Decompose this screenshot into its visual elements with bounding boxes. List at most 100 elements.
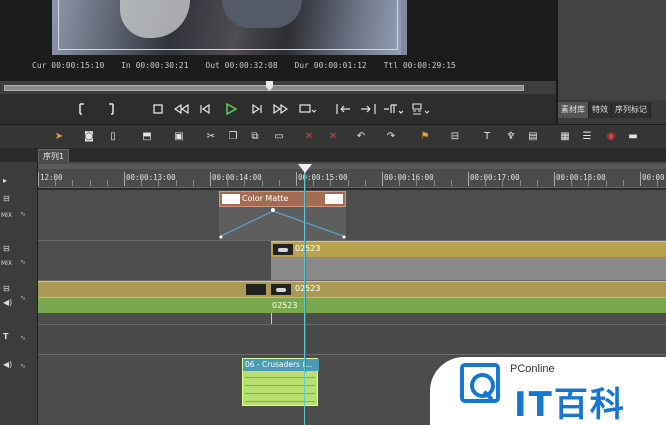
paste-icon[interactable]: ⧉	[248, 130, 262, 144]
tc-in: In 00:00:30:21	[121, 61, 189, 70]
video-track-icon[interactable]: ⊟	[3, 284, 10, 293]
clip-label: Color Matte	[242, 194, 289, 203]
prev-edit-icon[interactable]	[334, 102, 354, 116]
tab-sequence-markers[interactable]: 序列标记	[612, 102, 651, 118]
asset-panel: 素材库 特效 序列标记	[556, 0, 666, 124]
next-edit-icon[interactable]	[358, 102, 378, 116]
microphone-icon[interactable]: ♆	[504, 130, 518, 144]
tab-asset-library[interactable]: 素材库	[558, 102, 589, 118]
export-icon[interactable]: ▬	[626, 130, 640, 144]
grid-icon[interactable]: ▦	[558, 130, 572, 144]
scrub-track[interactable]	[4, 85, 524, 91]
collapse-icon[interactable]: ▸	[3, 176, 7, 185]
save-icon[interactable]: ▣	[172, 130, 186, 144]
export-frame-icon[interactable]	[410, 102, 432, 116]
title-icon[interactable]: T	[480, 130, 494, 144]
sequence-tab-bar: 序列1	[0, 148, 666, 162]
preview-edge	[401, 0, 407, 55]
redo-icon[interactable]: ↷	[384, 130, 398, 144]
clip-video-02523[interactable]: 02523	[271, 241, 666, 257]
set-out-point-icon[interactable]	[106, 102, 118, 116]
track-expand-icon[interactable]: ∿	[20, 334, 26, 342]
step-back-icon[interactable]	[198, 102, 212, 116]
ruler-minor-tick	[347, 180, 349, 186]
rewind-icon[interactable]	[172, 102, 190, 116]
track-expand-icon[interactable]: ∿	[20, 294, 26, 302]
mix-label: MIX	[1, 260, 13, 267]
track-expand-icon[interactable]: ∿	[20, 210, 26, 218]
playhead-line[interactable]	[304, 172, 305, 425]
watermark-brand: PConline	[510, 363, 555, 375]
mixer-icon[interactable]: ☰	[580, 130, 594, 144]
stop-icon[interactable]	[152, 102, 164, 116]
delete-gap-icon[interactable]: ✕	[302, 130, 316, 144]
video-track-icon[interactable]: ⊟	[3, 194, 10, 203]
fast-forward-icon[interactable]	[272, 102, 290, 116]
loop-play-icon[interactable]	[298, 102, 318, 116]
link-icon[interactable]: ▭	[272, 130, 286, 144]
transition-icon[interactable]: ⊟	[448, 130, 462, 144]
clip-thumbnail	[271, 284, 291, 295]
step-forward-icon[interactable]	[250, 102, 264, 116]
new-file-icon[interactable]: ▯	[106, 130, 120, 144]
clip-audio-02523[interactable]: 02523	[38, 297, 666, 313]
ruler-minor-tick	[502, 180, 504, 186]
ruler-minor-tick	[313, 180, 315, 186]
ruler-minor-tick	[485, 180, 487, 186]
tc-dur: Dur 00:00:01:12	[294, 61, 367, 70]
ruler-tick-label: 00:00:16:00	[384, 173, 434, 182]
tab-effects[interactable]: 特效	[589, 102, 612, 118]
track-expand-icon[interactable]: ∿	[20, 258, 26, 266]
play-icon[interactable]	[224, 102, 238, 116]
ruler-minor-tick	[657, 180, 659, 186]
ruler-minor-tick	[89, 180, 91, 186]
record-icon[interactable]: ◉	[604, 130, 618, 144]
video-editor-window: Cur 00:00:15:10 In 00:00:30:21 Out 00:00…	[0, 0, 666, 425]
set-in-point-icon[interactable]	[76, 102, 88, 116]
ruler-minor-tick	[261, 180, 263, 186]
camera-icon[interactable]: ◙	[82, 130, 96, 144]
clip-thumbnail	[325, 194, 343, 204]
pointer-tool-icon[interactable]: ➤	[52, 130, 66, 144]
clip-video-02523-b[interactable]: 02523	[38, 281, 666, 297]
speaker-icon[interactable]: ◀)	[3, 360, 12, 369]
clip-label: 06 - Crusaders (...	[243, 359, 319, 371]
ruler-minor-tick	[588, 180, 590, 186]
clip-color-matte[interactable]: Color Matte	[219, 191, 346, 207]
track-title	[38, 324, 666, 354]
cut-icon[interactable]: ✂	[204, 130, 218, 144]
track-expand-icon[interactable]: ∿	[20, 362, 26, 370]
speaker-icon[interactable]: ◀)	[3, 298, 12, 307]
clip-mix-area[interactable]	[219, 207, 346, 240]
safe-area-frame	[58, 0, 398, 50]
import-icon[interactable]: ⬒	[140, 130, 154, 144]
undo-icon[interactable]: ↶	[354, 130, 368, 144]
ruler-tick-label: 00:00:18:00	[556, 173, 606, 182]
ruler-minor-tick	[364, 180, 366, 186]
ruler-minor-tick	[227, 180, 229, 186]
ruler-minor-tick	[519, 180, 521, 186]
ruler-major-tick	[38, 172, 39, 186]
transport-controls	[0, 94, 556, 124]
video-preview	[52, 0, 407, 55]
track-divider	[38, 324, 666, 325]
video-track-icon[interactable]: ⊟	[3, 244, 10, 253]
search-logo-icon	[460, 363, 500, 403]
render-icon[interactable]: ▤	[526, 130, 540, 144]
marker-icon[interactable]: ⚑	[418, 130, 432, 144]
ruler-minor-tick	[244, 180, 246, 186]
copy-icon[interactable]: ❐	[226, 130, 240, 144]
asset-panel-content	[558, 0, 666, 100]
ruler-minor-tick	[399, 180, 401, 186]
tab-sequence-1[interactable]: 序列1	[38, 149, 70, 162]
clip-label: 02523	[295, 244, 321, 253]
time-ruler[interactable]: 12:00 00:00:13:00 00:00:14:00 00:00:15:00 00…	[38, 162, 666, 188]
mix-curve	[219, 208, 346, 239]
track-1va	[38, 190, 666, 240]
match-frame-icon[interactable]	[382, 102, 404, 116]
clip-audio-crusaders[interactable]: 06 - Crusaders (...	[242, 358, 319, 406]
scrub-bar[interactable]	[0, 81, 556, 94]
in-out-range-bar[interactable]	[38, 164, 666, 169]
ruler-tick-label: 12:00	[40, 173, 63, 182]
ripple-delete-icon[interactable]: ✕	[326, 130, 340, 144]
